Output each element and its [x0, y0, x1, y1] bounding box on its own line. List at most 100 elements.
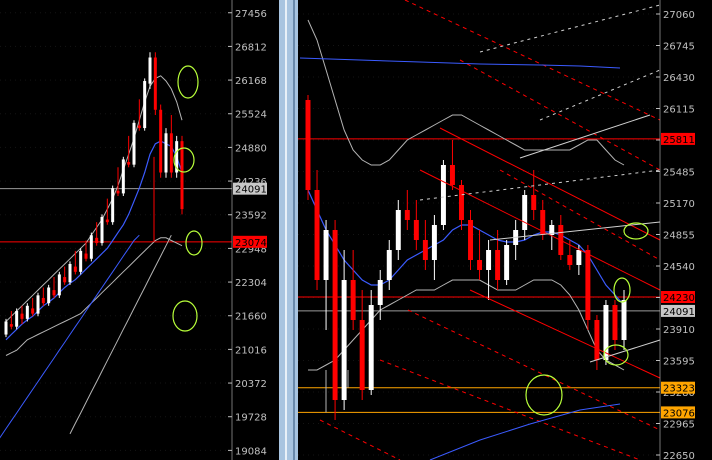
- candle-body[interactable]: [404, 210, 410, 220]
- candle-body[interactable]: [15, 311, 19, 327]
- band-lower-2-line: [69, 234, 172, 435]
- channel-line[interactable]: [439, 127, 661, 241]
- candle-body[interactable]: [153, 57, 157, 110]
- candle-body[interactable]: [386, 250, 392, 280]
- trend-line[interactable]: [419, 169, 661, 201]
- candle-body[interactable]: [594, 320, 600, 360]
- axis-tick-label: 23910: [663, 325, 695, 336]
- candle-body[interactable]: [52, 290, 56, 296]
- chart-canvas[interactable]: 2745626812261682552424880242362359222948…: [0, 0, 712, 460]
- candle-body[interactable]: [576, 250, 582, 265]
- candle-body[interactable]: [68, 263, 72, 283]
- candle-body[interactable]: [63, 277, 67, 283]
- candle-body[interactable]: [127, 162, 131, 165]
- candle-body[interactable]: [413, 220, 419, 240]
- candle-body[interactable]: [368, 305, 374, 390]
- candle-body[interactable]: [36, 295, 40, 314]
- candle-body[interactable]: [159, 109, 163, 173]
- axis-tick-label: 24540: [663, 262, 695, 273]
- candle-body[interactable]: [612, 305, 618, 340]
- candle-body[interactable]: [504, 245, 510, 280]
- channel-line[interactable]: [469, 289, 661, 379]
- candle-body[interactable]: [350, 280, 356, 320]
- candle-body[interactable]: [621, 300, 627, 340]
- annotation-circle[interactable]: [613, 277, 631, 303]
- axis-tick-label: 25170: [663, 199, 695, 210]
- candle-body[interactable]: [116, 190, 120, 194]
- axis-tick-label: 21660: [235, 312, 267, 323]
- candle-body[interactable]: [169, 133, 173, 173]
- axis-tick-label: 25485: [663, 168, 695, 179]
- candle-body[interactable]: [9, 324, 13, 327]
- annotation-circle[interactable]: [623, 222, 649, 240]
- candle-body[interactable]: [522, 195, 528, 230]
- candle-body[interactable]: [341, 280, 347, 400]
- candle-body[interactable]: [531, 195, 537, 210]
- price-tag-label: 23076: [663, 408, 695, 419]
- candle-body[interactable]: [121, 159, 125, 194]
- candle-body[interactable]: [111, 188, 115, 223]
- candle-body[interactable]: [395, 210, 401, 250]
- candle-body[interactable]: [422, 240, 428, 260]
- channel-dashed-line[interactable]: [379, 359, 641, 460]
- candle-body[interactable]: [359, 320, 365, 390]
- candle-body[interactable]: [73, 266, 77, 272]
- candle-body[interactable]: [57, 274, 61, 296]
- axis-tick-label: 19084: [235, 446, 267, 457]
- trend-dashed-line[interactable]: [479, 4, 661, 53]
- candle-body[interactable]: [89, 235, 93, 259]
- candle-body[interactable]: [314, 190, 320, 280]
- candle-body[interactable]: [105, 219, 109, 223]
- axis-tick-label: 19728: [235, 413, 267, 424]
- candle-body[interactable]: [132, 122, 136, 165]
- candle-body[interactable]: [84, 253, 88, 259]
- candle-body[interactable]: [440, 165, 446, 225]
- trend-line[interactable]: [589, 339, 661, 363]
- channel-dashed-line[interactable]: [319, 419, 401, 460]
- annotation-circle[interactable]: [525, 374, 563, 416]
- candle-body[interactable]: [468, 220, 473, 260]
- candle-body[interactable]: [25, 305, 29, 319]
- candle-body[interactable]: [100, 216, 104, 244]
- candle-body[interactable]: [137, 125, 141, 129]
- candle-body[interactable]: [4, 321, 8, 335]
- candle-body[interactable]: [449, 165, 455, 185]
- candle-body[interactable]: [180, 141, 184, 210]
- candle-body[interactable]: [305, 100, 311, 190]
- right-price-panel[interactable]: [298, 0, 661, 460]
- candle-body[interactable]: [20, 313, 24, 319]
- trend-line[interactable]: [519, 114, 651, 159]
- candle-body[interactable]: [41, 297, 45, 304]
- channel-dashed-line[interactable]: [404, 0, 661, 121]
- axis-tick-label: 26812: [235, 42, 267, 53]
- candle-body[interactable]: [148, 57, 152, 84]
- price-tag-label: 23074: [235, 238, 267, 249]
- annotation-circle[interactable]: [177, 65, 199, 99]
- axis-tick-label: 26168: [235, 76, 267, 87]
- candle-body[interactable]: [477, 260, 483, 270]
- candle-body[interactable]: [495, 250, 501, 280]
- candle-body[interactable]: [567, 255, 573, 265]
- candle-body[interactable]: [164, 133, 168, 173]
- candle-body[interactable]: [31, 308, 35, 314]
- candle-body[interactable]: [332, 230, 338, 400]
- axis-tick-label: 27060: [663, 10, 695, 21]
- annotation-circle[interactable]: [185, 230, 203, 256]
- axis-tick-label: 22650: [663, 451, 695, 460]
- candle-body[interactable]: [47, 287, 51, 304]
- axis-tick-label: 21016: [235, 345, 267, 356]
- candle-body[interactable]: [486, 250, 492, 270]
- band-upper-line: [307, 19, 625, 166]
- panel-splitter[interactable]: [279, 0, 298, 460]
- axis-tick-label: 24855: [663, 231, 695, 242]
- candle-body[interactable]: [79, 250, 83, 272]
- candle-body[interactable]: [585, 250, 591, 320]
- candle-body[interactable]: [431, 225, 437, 260]
- candle-body[interactable]: [377, 280, 383, 305]
- right-price-axis: 2706026745264302611525800254852517024855…: [656, 0, 695, 460]
- axis-tick-label: 22965: [663, 420, 695, 431]
- candle-body[interactable]: [95, 237, 99, 244]
- left-price-panel[interactable]: [0, 12, 232, 460]
- candle-body[interactable]: [143, 81, 147, 129]
- candle-body[interactable]: [323, 230, 329, 280]
